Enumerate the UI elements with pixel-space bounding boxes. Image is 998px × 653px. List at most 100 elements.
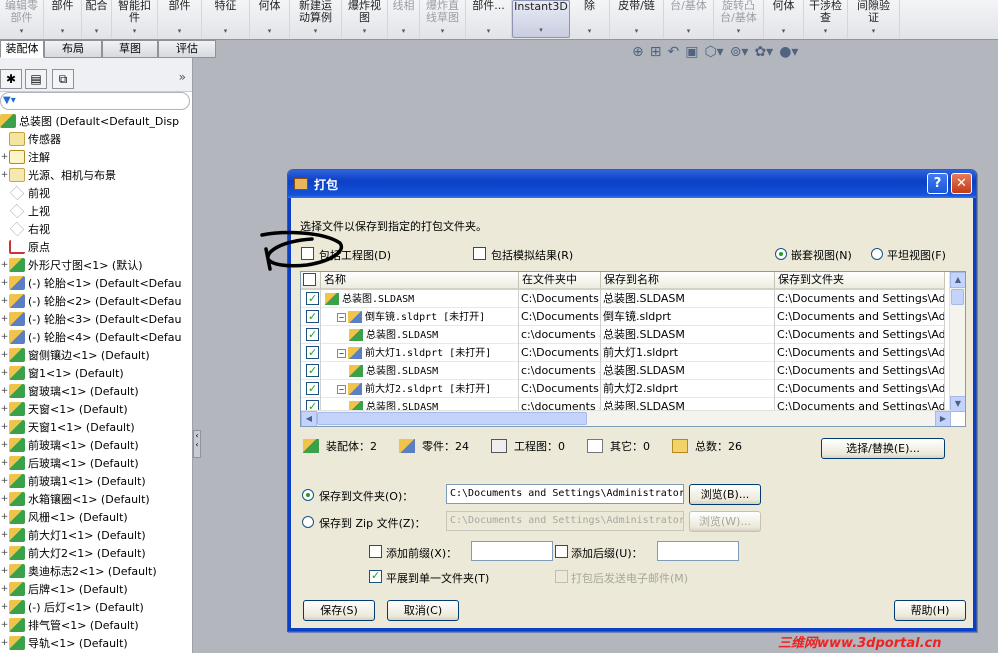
in-folder-cell[interactable]: C:\Documents a	[519, 308, 601, 326]
ribbon-button-13[interactable]: 除 ▾	[570, 0, 610, 38]
col-save-to-name[interactable]: 保存到名称	[601, 272, 775, 290]
panel-splitter-handle[interactable]: ‹ ‹	[193, 430, 201, 458]
tree-item[interactable]: + (-) 后灯<1> (Default)	[0, 598, 192, 616]
in-folder-cell[interactable]: c:\documents a	[519, 362, 601, 380]
scroll-left-icon[interactable]: ◀	[301, 411, 317, 426]
save-to-folder-cell[interactable]: C:\Documents and Settings\Admin	[775, 362, 945, 380]
dropdown-arrow-icon[interactable]: ▾	[268, 25, 272, 37]
tree-item[interactable]: + 奥迪标志2<1> (Default)	[0, 562, 192, 580]
property-manager-tab-icon[interactable]: ▤	[25, 69, 47, 89]
ribbon-button-14[interactable]: 皮带/链 ▾	[610, 0, 664, 38]
expand-toggle-icon[interactable]: +	[0, 584, 9, 594]
ribbon-button-6[interactable]: 何体 ▾	[250, 0, 290, 38]
dropdown-arrow-icon[interactable]: ▾	[737, 25, 741, 37]
ribbon-button-10[interactable]: 爆炸直 线草图 ▾	[420, 0, 466, 38]
appearance-icon[interactable]: ●▾	[779, 44, 798, 60]
include-simulation-checkbox[interactable]	[473, 247, 486, 260]
ribbon-button-2[interactable]: 配合 ▾	[82, 0, 112, 38]
tree-item[interactable]: + 窗1<1> (Default)	[0, 364, 192, 382]
collapse-icon[interactable]: −	[337, 384, 346, 394]
dropdown-arrow-icon[interactable]: ▾	[441, 25, 445, 37]
row-checkbox[interactable]	[306, 380, 319, 397]
expand-toggle-icon[interactable]: +	[0, 602, 9, 612]
expand-toggle-icon[interactable]: +	[0, 278, 9, 288]
row-checkbox[interactable]	[306, 344, 319, 361]
flatten-checkbox[interactable]	[369, 569, 382, 583]
tree-item[interactable]: + (-) 轮胎<3> (Default<Defau	[0, 310, 192, 328]
expand-toggle-icon[interactable]: +	[0, 152, 9, 162]
expand-toggle-icon[interactable]: +	[0, 422, 9, 432]
save-to-name-cell[interactable]: 总装图.SLDASM	[601, 362, 775, 380]
tree-item[interactable]: + 前大灯1<1> (Default)	[0, 526, 192, 544]
view-orientation-icon[interactable]: ⬡▾	[704, 44, 723, 60]
tree-item[interactable]: + 后牌<1> (Default)	[0, 580, 192, 598]
expand-toggle-icon[interactable]: +	[0, 332, 9, 342]
expand-toggle-icon[interactable]: +	[0, 440, 9, 450]
expand-toggle-icon[interactable]: +	[0, 512, 9, 522]
table-row[interactable]: − 倒车镜.sldprt [未打开] C:\Documents a倒车镜.sldpr…	[301, 308, 945, 326]
tree-item[interactable]: + 前大灯2<1> (Default)	[0, 544, 192, 562]
in-folder-cell[interactable]: c:\documents a	[519, 326, 601, 344]
help-button[interactable]: ?	[927, 173, 948, 194]
ribbon-button-5[interactable]: 特征 ▾	[202, 0, 250, 38]
save-to-folder-cell[interactable]: C:\Documents and Settings\Admin	[775, 344, 945, 362]
expand-toggle-icon[interactable]: +	[0, 350, 9, 360]
dropdown-arrow-icon[interactable]: ▾	[824, 25, 828, 37]
tree-item[interactable]: + 天窗<1> (Default)	[0, 400, 192, 418]
table-row[interactable]: 总装图.SLDASMC:\Documents a总装图.SLDASMC:\Doc…	[301, 290, 945, 308]
row-checkbox[interactable]	[306, 308, 319, 325]
ribbon-button-19[interactable]: 间隙验 证 ▾	[848, 0, 900, 38]
dropdown-arrow-icon[interactable]: ▾	[635, 25, 639, 37]
save-to-folder-radio[interactable]	[302, 489, 314, 501]
tree-item[interactable]: + (-) 轮胎<4> (Default<Defau	[0, 328, 192, 346]
dropdown-arrow-icon[interactable]: ▾	[133, 25, 137, 37]
expand-toggle-icon[interactable]: +	[0, 386, 9, 396]
row-checkbox[interactable]	[306, 290, 319, 307]
ribbon-button-12[interactable]: Instant3D ▾	[512, 0, 570, 38]
ribbon-button-16[interactable]: 旋转凸 台/基体 ▾	[714, 0, 764, 38]
select-all-checkbox[interactable]	[301, 272, 321, 290]
table-row[interactable]: − 前大灯1.sldprt [未打开] C:\Documents a前大灯1.sld…	[301, 344, 945, 362]
ribbon-button-4[interactable]: 部件 ▾	[158, 0, 202, 38]
expand-toggle-icon[interactable]: +	[0, 404, 9, 414]
add-suffix-checkbox[interactable]	[555, 545, 568, 558]
ribbon-button-3[interactable]: 智能扣 件 ▾	[112, 0, 158, 38]
collapse-icon[interactable]: −	[337, 312, 346, 322]
scroll-up-icon[interactable]: ▲	[950, 272, 965, 288]
scroll-down-icon[interactable]: ▼	[950, 396, 965, 412]
table-row[interactable]: 总装图.SLDASMc:\documents a总装图.SLDASMC:\Doc…	[301, 362, 945, 380]
dropdown-arrow-icon[interactable]: ▾	[487, 25, 491, 37]
email-checkbox[interactable]	[555, 570, 568, 583]
grid-vertical-scrollbar[interactable]: ▲ ▼	[949, 272, 965, 412]
tree-item[interactable]: + 光源、相机与布景	[0, 166, 192, 184]
previous-view-icon[interactable]: ↶	[667, 44, 679, 60]
browse-folder-button[interactable]: 浏览(B)...	[689, 484, 761, 505]
scroll-right-icon[interactable]: ▶	[935, 411, 951, 426]
zoom-area-icon[interactable]: ⊞	[650, 44, 662, 60]
filter-field[interactable]: ▼▾	[0, 92, 190, 110]
ribbon-button-15[interactable]: 台/基体 ▾	[664, 0, 714, 38]
tree-item[interactable]: + 天窗1<1> (Default)	[0, 418, 192, 436]
tree-item[interactable]: + (-) 轮胎<2> (Default<Defau	[0, 292, 192, 310]
tree-item[interactable]: + 导轨<1> (Default)	[0, 634, 192, 652]
expand-toggle-icon[interactable]: +	[0, 530, 9, 540]
browse-zip-button[interactable]: 浏览(W)...	[689, 511, 761, 532]
help-text-button[interactable]: 帮助(H)	[894, 600, 966, 621]
tree-item[interactable]: 原点	[0, 238, 192, 256]
nested-view-radio[interactable]	[775, 248, 787, 260]
ribbon-button-0[interactable]: 编辑零 部件 ▾	[0, 0, 44, 38]
dropdown-arrow-icon[interactable]: ▾	[95, 25, 99, 37]
table-row[interactable]: − 前大灯2.sldprt [未打开] C:\Documents a前大灯2.sld…	[301, 380, 945, 398]
tree-item[interactable]: 上视	[0, 202, 192, 220]
save-to-name-cell[interactable]: 前大灯2.sldprt	[601, 380, 775, 398]
ribbon-button-11[interactable]: 部件... ▾	[466, 0, 512, 38]
dropdown-arrow-icon[interactable]: ▾	[224, 25, 228, 37]
save-to-name-cell[interactable]: 总装图.SLDASM	[601, 326, 775, 344]
tree-item[interactable]: 前视	[0, 184, 192, 202]
ribbon-button-18[interactable]: 干涉检 查 ▾	[804, 0, 848, 38]
tree-root[interactable]: 总装图 (Default<Default_Disp	[0, 112, 192, 130]
tree-item[interactable]: + (-) 轮胎<1> (Default<Defau	[0, 274, 192, 292]
cancel-button[interactable]: 取消(C)	[387, 600, 459, 621]
configuration-manager-tab-icon[interactable]: ⧉	[52, 69, 74, 89]
suffix-field[interactable]	[657, 541, 739, 561]
